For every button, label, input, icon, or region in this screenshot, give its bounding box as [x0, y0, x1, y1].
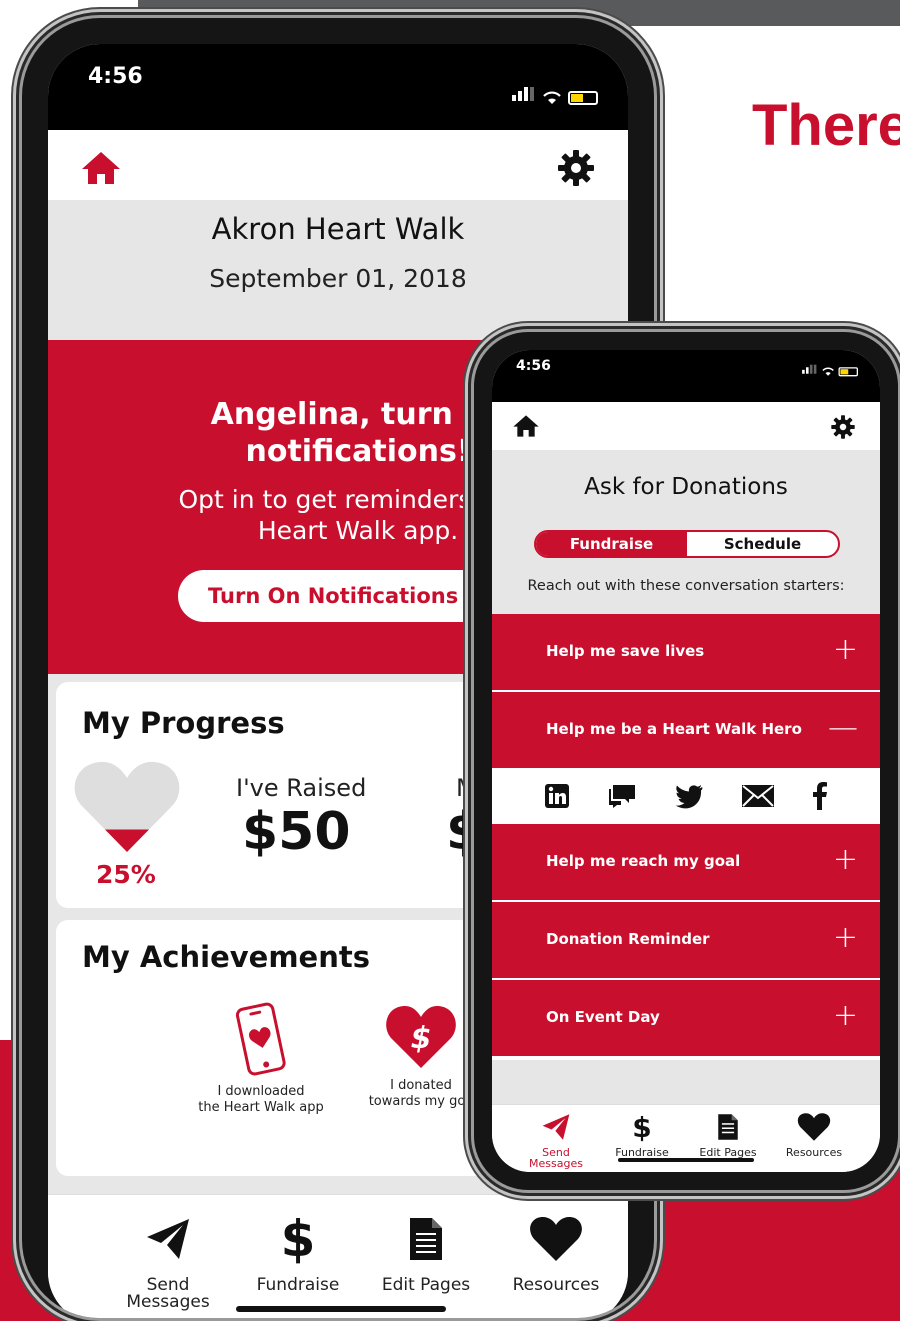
share-options: [492, 770, 880, 824]
expand-icon[interactable]: +: [833, 920, 858, 956]
app-header: [492, 402, 880, 450]
nav-edit-pages[interactable]: Edit Pages: [366, 1211, 486, 1294]
phone-small: 4:56 Ask for Donations Fundraise Schedul…: [474, 332, 898, 1190]
progress-heart-fill: [74, 829, 180, 852]
nav-edit-pages[interactable]: Edit Pages: [688, 1111, 768, 1158]
dollar-icon: $: [280, 1209, 316, 1268]
accordion-label: Help me be a Heart Walk Hero: [546, 720, 802, 738]
background-red-band-right: [640, 1190, 900, 1321]
notch: [602, 350, 770, 380]
nav-send-messages[interactable]: Send Messages: [108, 1211, 228, 1311]
status-time: 4:56: [516, 358, 551, 374]
event-banner: Akron Heart Walk September 01, 2018: [48, 200, 628, 340]
nav-send-messages-label: Send Messages: [126, 1275, 210, 1312]
phone-small-screen: 4:56 Ask for Donations Fundraise Schedul…: [492, 350, 880, 1172]
nav-resources[interactable]: Resources: [774, 1111, 854, 1158]
expand-icon[interactable]: +: [833, 842, 858, 878]
heart-icon: [797, 1113, 831, 1141]
accordion-item[interactable]: On Event Day +: [492, 980, 880, 1058]
home-indicator: [236, 1306, 446, 1312]
conversation-starters: Help me save lives + Help me be a Heart …: [492, 614, 880, 1058]
status-icons: [802, 364, 858, 377]
progress-heart-icon: [74, 761, 180, 852]
nav-resources[interactable]: Resources: [496, 1211, 616, 1294]
home-icon[interactable]: [80, 150, 122, 186]
battery-icon: [568, 91, 598, 105]
nav-send-messages[interactable]: Send Messages: [516, 1111, 596, 1169]
accordion-label: Help me save lives: [546, 642, 705, 660]
heart-icon: [530, 1217, 582, 1261]
accordion-item[interactable]: Donation Reminder +: [492, 902, 880, 980]
battery-icon: [838, 367, 858, 377]
linkedin-icon[interactable]: [544, 783, 570, 809]
raised-value: $50: [242, 802, 351, 862]
accordion-label: On Event Day: [546, 1008, 660, 1026]
chat-icon[interactable]: [607, 783, 637, 809]
status-bar: 4:56: [492, 350, 880, 402]
nav-fundraise-label: Fundraise: [615, 1146, 669, 1159]
dollar-icon: $: [632, 1110, 652, 1144]
tab-schedule[interactable]: Schedule: [687, 532, 838, 556]
intro-text: Reach out with these conversation starte…: [527, 578, 845, 594]
segmented-control: Fundraise Schedule: [534, 530, 840, 558]
gear-icon[interactable]: [830, 414, 856, 440]
paper-plane-icon: [542, 1114, 570, 1140]
tab-fundraise[interactable]: Fundraise: [536, 532, 687, 556]
accordion-item[interactable]: Help me reach my goal +: [492, 824, 880, 902]
raised-label: I've Raised: [236, 774, 367, 802]
signal-icon: [802, 364, 818, 376]
page-headline: There: [752, 93, 900, 158]
event-date: September 01, 2018: [209, 264, 467, 293]
content-spacer: [492, 1060, 880, 1104]
accordion-label: Help me reach my goal: [546, 852, 741, 870]
achievements-title: My Achievements: [82, 940, 370, 974]
nav-resources-label: Resources: [785, 1146, 843, 1159]
home-icon[interactable]: [512, 414, 540, 438]
app-header: [48, 130, 628, 200]
wifi-icon: [822, 367, 834, 376]
accordion-label: Donation Reminder: [546, 930, 710, 948]
gear-icon[interactable]: [556, 148, 596, 188]
expand-icon[interactable]: +: [833, 632, 858, 668]
progress-percent: 25%: [96, 860, 156, 889]
nav-send-messages-label: Send Messages: [529, 1146, 583, 1170]
document-icon: [410, 1218, 442, 1260]
page-title: Ask for Donations: [584, 474, 788, 500]
phone-heart-icon: [235, 1002, 286, 1076]
status-time: 4:56: [88, 64, 143, 89]
email-icon[interactable]: [741, 784, 775, 808]
expand-icon[interactable]: +: [833, 998, 858, 1034]
home-indicator: [618, 1158, 754, 1162]
nav-edit-pages-label: Edit Pages: [699, 1146, 757, 1159]
notch: [188, 44, 488, 92]
facebook-icon[interactable]: [812, 782, 828, 810]
paper-plane-icon: [147, 1219, 189, 1259]
bottom-nav: Send Messages $ Fundraise Edit Pages Res…: [48, 1194, 628, 1318]
achievement-downloaded-label: I downloaded the Heart Walk app: [198, 1084, 324, 1115]
nav-fundraise-label: Fundraise: [256, 1275, 340, 1295]
document-icon: [718, 1114, 738, 1140]
nav-resources-label: Resources: [512, 1275, 600, 1295]
nav-fundraise[interactable]: $ Fundraise: [602, 1111, 682, 1158]
donations-header: Ask for Donations Fundraise Schedule Rea…: [492, 450, 880, 614]
nav-fundraise[interactable]: $ Fundraise: [238, 1211, 358, 1294]
status-bar: 4:56: [48, 44, 628, 130]
status-icons: [512, 86, 598, 105]
twitter-icon[interactable]: [674, 783, 704, 809]
heart-dollar-icon: $: [386, 1006, 456, 1068]
event-title: Akron Heart Walk: [211, 212, 465, 246]
wifi-icon: [543, 91, 561, 104]
nav-edit-pages-label: Edit Pages: [381, 1275, 471, 1295]
achievement-downloaded[interactable]: I downloaded the Heart Walk app: [186, 1002, 336, 1116]
collapse-icon[interactable]: —: [828, 710, 858, 746]
signal-icon: [512, 86, 536, 105]
accordion-item[interactable]: Help me save lives +: [492, 614, 880, 692]
progress-title: My Progress: [82, 706, 285, 740]
accordion-item[interactable]: Help me be a Heart Walk Hero —: [492, 692, 880, 770]
svg-text:$: $: [411, 1021, 432, 1056]
